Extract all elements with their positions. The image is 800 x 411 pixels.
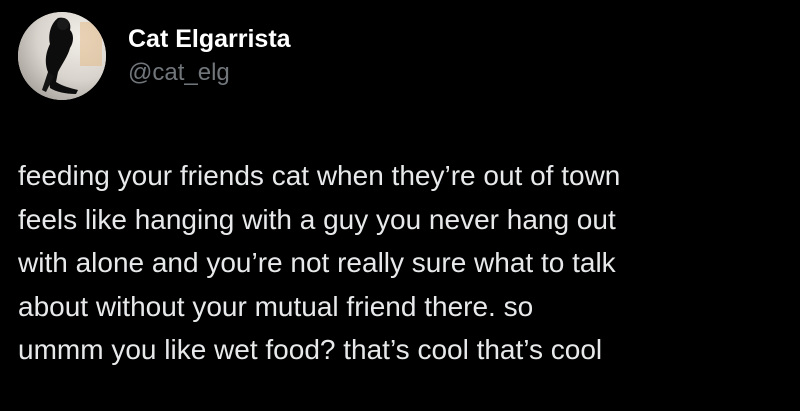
author-identity: Cat Elgarrista @cat_elg bbox=[128, 24, 291, 88]
author-handle[interactable]: @cat_elg bbox=[128, 58, 291, 88]
tweet-header: Cat Elgarrista @cat_elg bbox=[18, 8, 291, 104]
tweet-card: Cat Elgarrista @cat_elg feeding your fri… bbox=[0, 0, 800, 411]
tweet-text-line: about without your mutual friend there. … bbox=[18, 290, 534, 322]
tweet-body: feeding your friends cat when they’re ou… bbox=[18, 154, 788, 372]
tweet-text-line: ummm you like wet food? that’s cool that… bbox=[18, 334, 603, 365]
profile-photo-icon bbox=[18, 12, 106, 100]
avatar[interactable] bbox=[18, 12, 106, 100]
tweet-text-line: feels like hanging with a guy you never … bbox=[18, 203, 616, 235]
author-display-name[interactable]: Cat Elgarrista bbox=[128, 24, 291, 54]
tweet-text-line: feeding your friends cat when they’re ou… bbox=[18, 160, 621, 191]
tweet-text-line: with alone and you’re not really sure wh… bbox=[18, 247, 616, 278]
